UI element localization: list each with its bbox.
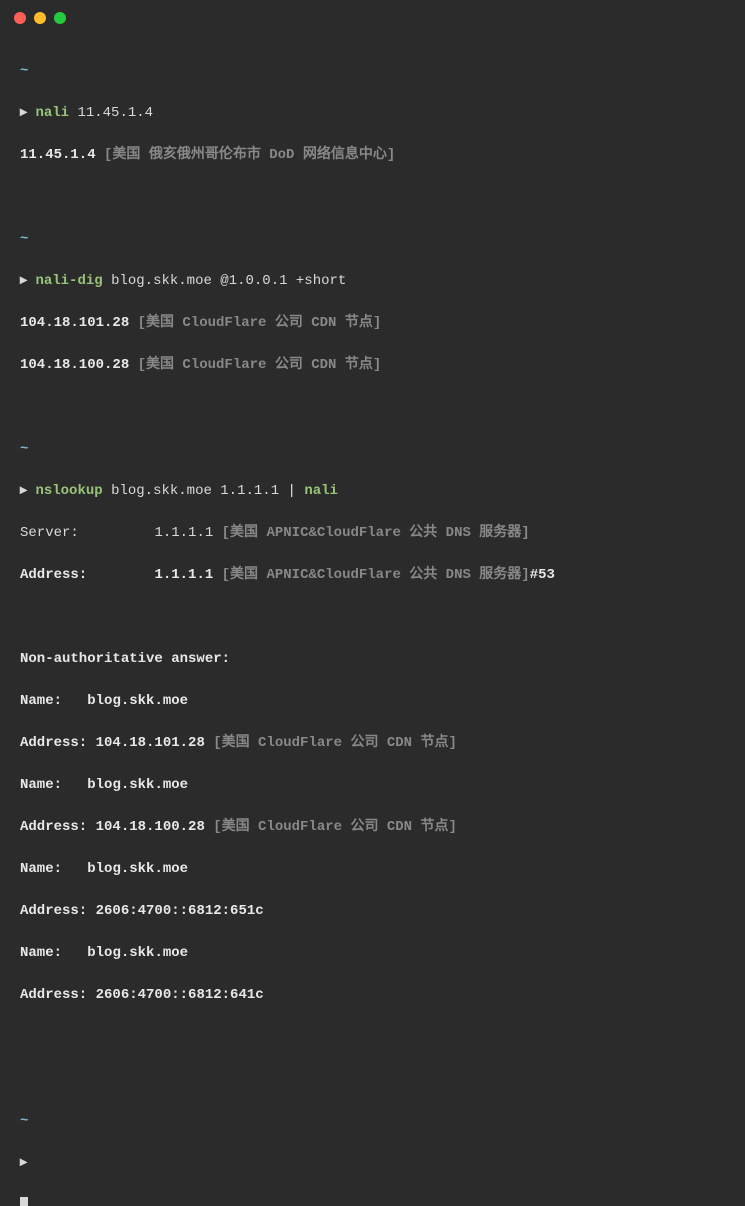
output-label: Address: — [20, 567, 87, 583]
geo-annotation: [美国 APNIC&CloudFlare 公共 DNS 服务器] — [222, 525, 530, 541]
output-label: Name: — [20, 777, 62, 793]
geo-annotation: [美国 CloudFlare 公司 CDN 节点] — [138, 315, 382, 331]
close-icon[interactable] — [14, 12, 26, 24]
geo-annotation: [美国 CloudFlare 公司 CDN 节点] — [213, 819, 457, 835]
output-label: Address: — [20, 735, 87, 751]
output-label: Address: — [20, 819, 87, 835]
window-titlebar — [0, 0, 745, 36]
output-label: Server: — [20, 525, 79, 541]
terminal-output[interactable]: ~ ▸ nali 11.45.1.4 11.45.1.4 [美国 俄亥俄州哥伦布… — [0, 36, 745, 1206]
output-ip: 104.18.101.28 — [20, 315, 129, 331]
cursor-icon — [20, 1197, 28, 1206]
output-ip: 104.18.101.28 — [96, 735, 205, 751]
prompt-arrow: ▸ — [20, 1155, 27, 1171]
output-domain: blog.skk.moe — [87, 945, 188, 961]
prompt-arrow: ▸ — [20, 483, 27, 499]
output-ip: 1.1.1.1 — [154, 567, 213, 583]
prompt-tilde: ~ — [20, 231, 28, 247]
output-ip: 2606:4700::6812:641c — [96, 987, 264, 1003]
output-ip: 104.18.100.28 — [96, 819, 205, 835]
pipe-symbol: | — [288, 483, 296, 499]
prompt-tilde: ~ — [20, 441, 28, 457]
output-ip: 2606:4700::6812:651c — [96, 903, 264, 919]
output-label: Name: — [20, 945, 62, 961]
output-domain: blog.skk.moe — [87, 861, 188, 877]
output-ip: 104.18.100.28 — [20, 357, 129, 373]
nonauth-header: Non-authoritative answer: — [20, 651, 230, 667]
output-ip: 1.1.1.1 — [154, 525, 213, 541]
command-name: nali — [304, 483, 338, 499]
output-ip: 11.45.1.4 — [20, 147, 96, 163]
command-name: nslookup — [35, 483, 102, 499]
geo-annotation: [美国 CloudFlare 公司 CDN 节点] — [138, 357, 382, 373]
output-label: Name: — [20, 861, 62, 877]
prompt-tilde: ~ — [20, 63, 28, 79]
command-arg: blog.skk.moe @1.0.0.1 +short — [111, 273, 346, 289]
output-domain: blog.skk.moe — [87, 693, 188, 709]
geo-annotation: [美国 CloudFlare 公司 CDN 节点] — [213, 735, 457, 751]
command-name: nali-dig — [35, 273, 102, 289]
geo-annotation: [美国 APNIC&CloudFlare 公共 DNS 服务器] — [222, 567, 530, 583]
port-suffix: #53 — [530, 567, 555, 583]
minimize-icon[interactable] — [34, 12, 46, 24]
prompt-arrow: ▸ — [20, 273, 27, 289]
prompt-arrow: ▸ — [20, 105, 27, 121]
command-name: nali — [35, 105, 69, 121]
output-label: Name: — [20, 693, 62, 709]
command-arg: blog.skk.moe 1.1.1.1 — [111, 483, 279, 499]
prompt-tilde: ~ — [20, 1113, 28, 1129]
geo-annotation: [美国 俄亥俄州哥伦布市 DoD 网络信息中心] — [104, 147, 395, 163]
output-label: Address: — [20, 987, 87, 1003]
output-label: Address: — [20, 903, 87, 919]
output-domain: blog.skk.moe — [87, 777, 188, 793]
command-arg: 11.45.1.4 — [77, 105, 153, 121]
maximize-icon[interactable] — [54, 12, 66, 24]
